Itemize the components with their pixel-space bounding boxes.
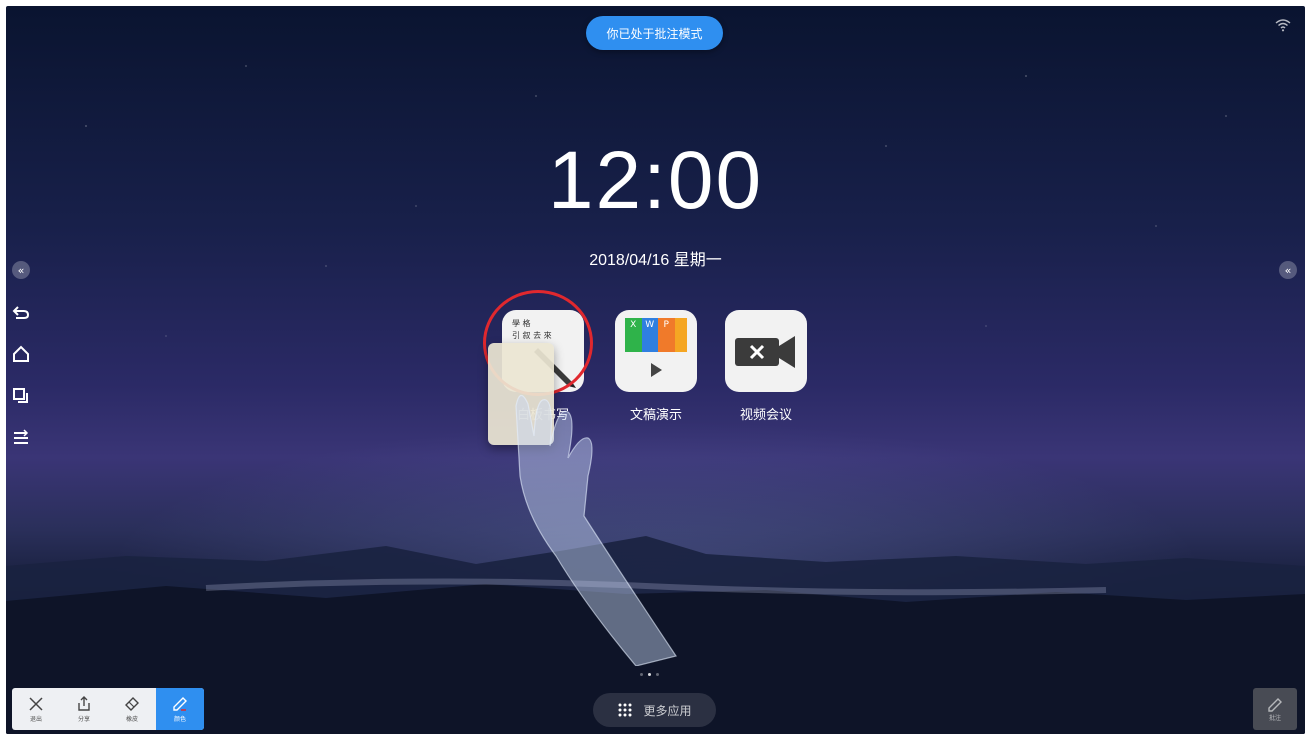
desktop-screen: 你已处于批注模式 12:00 2018/04/16 星期一 學 格 引 叙 去 … xyxy=(6,6,1305,734)
video-conference-icon xyxy=(725,310,807,392)
exit-label: 退出 xyxy=(29,715,42,723)
pen-icon xyxy=(173,696,187,711)
close-icon xyxy=(29,696,43,711)
annotation-pen-button[interactable]: 批注 xyxy=(1253,688,1297,730)
share-button[interactable]: 分享 xyxy=(60,688,108,730)
app-video-label: 视频会议 xyxy=(739,408,792,423)
office-format-strip: X W P xyxy=(625,318,687,352)
page-dot xyxy=(656,673,659,676)
home-icon[interactable] xyxy=(12,345,30,363)
annotation-mode-badge: 你已处于批注模式 xyxy=(586,16,723,50)
pen-icon xyxy=(1268,697,1282,712)
left-collapse-button[interactable]: « xyxy=(12,261,30,279)
more-apps-label: 更多应用 xyxy=(643,703,692,718)
grid-icon xyxy=(618,703,632,717)
color-label: 颜色 xyxy=(173,715,186,723)
back-icon[interactable] xyxy=(12,303,30,321)
share-icon xyxy=(78,695,90,711)
pen-float-label: 批注 xyxy=(1268,714,1281,722)
more-apps-button[interactable]: 更多应用 xyxy=(593,693,716,727)
word-letter: W xyxy=(641,318,658,352)
clock-time: 12:00 xyxy=(547,135,764,226)
menu-icon[interactable] xyxy=(12,429,30,447)
ppt-letter: P xyxy=(658,318,675,352)
camera-icon xyxy=(735,336,795,368)
page-indicator xyxy=(640,673,659,676)
wifi-icon xyxy=(1275,19,1291,32)
app-video-conference[interactable]: 视频会议 xyxy=(725,310,807,423)
color-pen-button[interactable]: 颜色 xyxy=(156,688,204,730)
eraser-button[interactable]: 橡皮 xyxy=(108,688,156,730)
annotation-toolbar: 退出 分享 橡皮 颜色 xyxy=(12,688,204,730)
eraser-icon xyxy=(125,696,139,711)
page-dot xyxy=(640,673,643,676)
share-label: 分享 xyxy=(77,715,90,723)
page-dot-current xyxy=(648,673,651,676)
excel-letter: X xyxy=(625,318,642,352)
right-collapse-button[interactable]: « xyxy=(1279,261,1297,279)
pdf-block xyxy=(674,318,687,352)
exit-button[interactable]: 退出 xyxy=(12,688,60,730)
hand-gesture-illustration xyxy=(515,394,677,666)
multitask-icon[interactable] xyxy=(12,387,30,405)
clock-date: 2018/04/16 星期一 xyxy=(589,252,722,269)
eraser-label: 橡皮 xyxy=(125,715,138,723)
